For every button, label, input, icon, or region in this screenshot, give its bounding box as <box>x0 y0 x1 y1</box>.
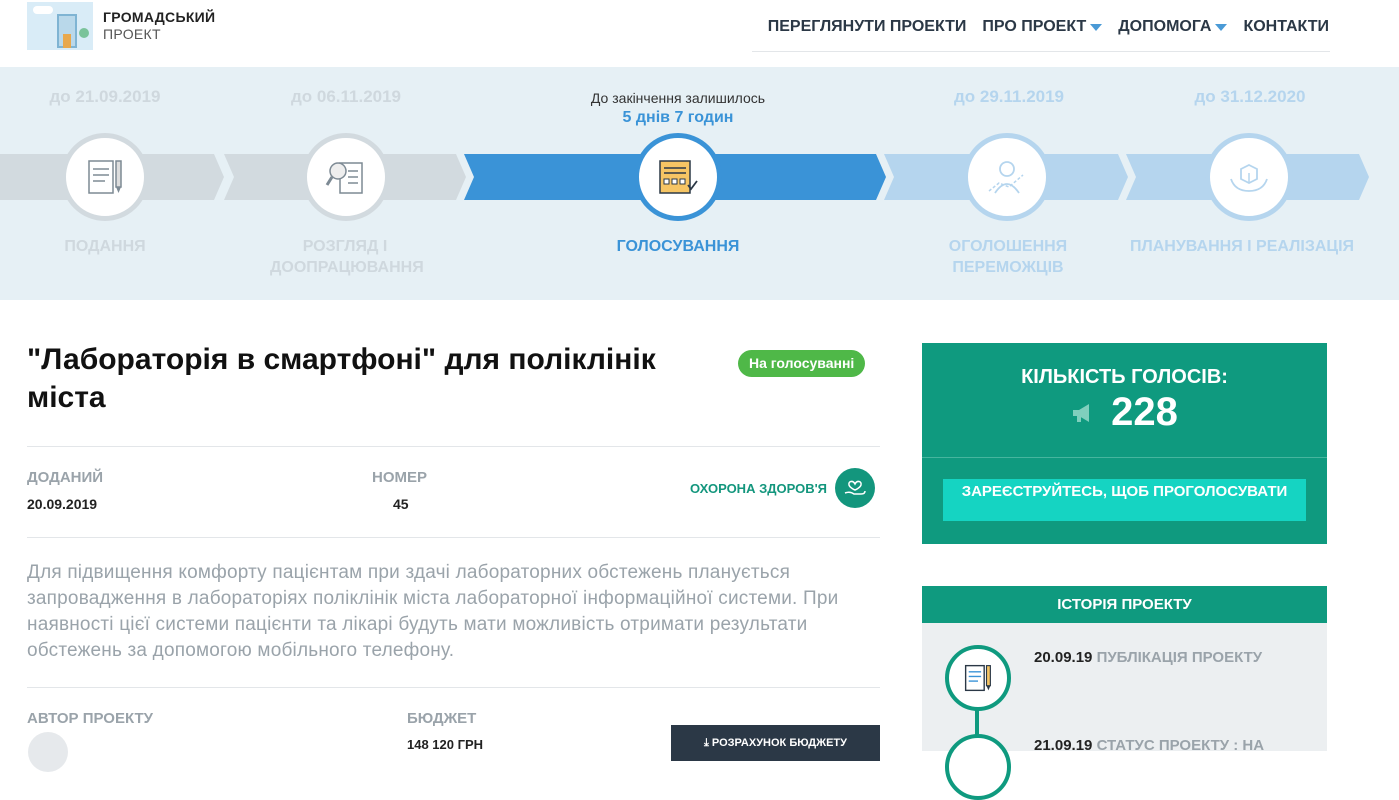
project-description: Для підвищення комфорту пацієнтам при зд… <box>27 562 839 661</box>
budget-button-label: РОЗРАХУНОК БЮДЖЕТУ <box>711 737 847 749</box>
logo-title: ГРОМАДСЬКИЙ <box>103 9 216 25</box>
nav-about[interactable]: ПРО ПРОЕКТ <box>982 18 1103 36</box>
votes-count-row: 228 <box>922 390 1327 435</box>
project-history: ІСТОРІЯ ПРОЕКТУ 20.09.19 ПУБЛІКАЦІЯ ПРОЕ… <box>922 586 1327 800</box>
stage-label: ПЛАНУВАННЯ І РЕАЛІЗАЦІЯ <box>1130 238 1355 255</box>
stage-voting[interactable] <box>634 133 722 221</box>
nav-label: КОНТАКТИ <box>1243 18 1329 35</box>
main-nav: ПЕРЕГЛЯНУТИ ПРОЕКТИ ПРО ПРОЕКТ ДОПОМОГА … <box>768 18 1329 36</box>
megaphone-icon <box>1073 403 1090 422</box>
budget-calculation-button[interactable]: ⤓ РОЗРАХУНОК БЮДЖЕТУ <box>671 725 880 761</box>
divider <box>27 446 880 447</box>
nav-label: ПЕРЕГЛЯНУТИ ПРОЕКТИ <box>767 18 967 35</box>
heart-hand-icon <box>835 468 876 508</box>
divider <box>27 687 880 688</box>
avatar[interactable] <box>28 732 68 772</box>
chevron-down-icon <box>1090 23 1103 31</box>
history-date: 21.09.19 <box>1034 737 1093 754</box>
category-tag[interactable]: ОХОРОНА ЗДОРОВ'Я <box>690 468 876 508</box>
author-label: АВТОР ПРОЕКТУ <box>27 710 154 727</box>
budget-value: 148 120 ГРН <box>407 737 484 752</box>
countdown: До закінчення залишилось 5 днів 7 годин <box>558 89 798 127</box>
document-pen-icon <box>964 664 991 692</box>
stage-review[interactable] <box>302 133 390 221</box>
stage-winners[interactable] <box>963 133 1051 221</box>
category-label: ОХОРОНА ЗДОРОВ'Я <box>690 480 828 496</box>
download-icon: ⤓ <box>704 737 712 749</box>
project-timeline: до 21.09.2019 до 06.11.2019 До закінченн… <box>0 67 1399 300</box>
nav-help[interactable]: ДОПОМОГА <box>1118 18 1228 36</box>
history-date: 20.09.19 <box>1034 649 1093 666</box>
logo-subtitle: ПРОЕКТ <box>103 26 161 42</box>
stage-label: РОЗГЛЯД І ДООПРАЦЮВАННЯ <box>270 238 424 276</box>
nav-label: ПРО ПРОЕКТ <box>982 18 1087 35</box>
stage-date: до 31.12.2020 <box>1194 87 1306 106</box>
logo-text[interactable]: ГРОМАДСЬКИЙ ПРОЕКТ <box>103 9 215 43</box>
added-value: 20.09.2019 <box>27 496 98 512</box>
divider <box>922 457 1327 458</box>
ballot-icon <box>659 160 698 194</box>
history-text: ПУБЛІКАЦІЯ ПРОЕКТУ <box>1096 649 1263 666</box>
votes-count: 228 <box>1111 390 1178 434</box>
stage-date: до 06.11.2019 <box>290 87 402 106</box>
divider <box>27 537 880 538</box>
number-label: НОМЕР <box>372 469 428 486</box>
project-title: "Лабораторія в смартфоні" для поліклінік… <box>27 343 656 414</box>
history-step-status <box>945 734 1011 800</box>
stage-implementation[interactable] <box>1205 133 1293 221</box>
history-entry: 20.09.19 ПУБЛІКАЦІЯ ПРОЕКТУ <box>1034 648 1262 668</box>
stage-label: ГОЛОСУВАННЯ <box>616 238 740 255</box>
history-entry: 21.09.19 СТАТУС ПРОЕКТУ : НА <box>1034 736 1264 756</box>
stage-submission[interactable] <box>61 133 149 221</box>
register-to-vote-button[interactable]: ЗАРЕЄСТРУЙТЕСЬ, ЩОБ ПРОГОЛОСУВАТИ <box>943 479 1306 521</box>
nav-label: ДОПОМОГА <box>1118 18 1212 35</box>
countdown-label: До закінчення залишилось <box>590 90 766 106</box>
nav-divider <box>752 51 1330 52</box>
logo-icon[interactable] <box>27 2 93 50</box>
history-text: СТАТУС ПРОЕКТУ : НА <box>1096 737 1265 754</box>
stage-date: до 29.11.2019 <box>953 87 1065 106</box>
added-label: ДОДАНИЙ <box>27 469 104 486</box>
votes-panel: КІЛЬКІСТЬ ГОЛОСІВ: 228 ЗАРЕЄСТРУЙТЕСЬ, Щ… <box>922 343 1327 544</box>
hands-box-icon <box>1230 163 1268 192</box>
site-header: ГРОМАДСЬКИЙ ПРОЕКТ ПЕРЕГЛЯНУТИ ПРОЕКТИ П… <box>0 0 1399 67</box>
nav-contacts[interactable]: КОНТАКТИ <box>1243 18 1329 36</box>
chevron-down-icon <box>1215 23 1228 31</box>
countdown-value: 5 днів 7 годин <box>622 109 734 126</box>
number-value: 45 <box>393 496 409 512</box>
winner-person-icon <box>988 161 1024 194</box>
status-badge: На голосуванні <box>738 350 866 377</box>
magnifier-checklist-icon <box>325 162 363 194</box>
votes-label: КІЛЬКІСТЬ ГОЛОСІВ: <box>1021 366 1228 388</box>
stage-label: ОГОЛОШЕННЯ ПЕРЕМОЖЦІВ <box>948 238 1068 276</box>
stage-label: ПОДАННЯ <box>64 238 146 255</box>
history-step-publication <box>945 645 1011 711</box>
budget-label: БЮДЖЕТ <box>407 710 477 727</box>
document-pen-icon <box>88 160 122 194</box>
stage-date: до 21.09.2019 <box>49 87 161 106</box>
history-title: ІСТОРІЯ ПРОЕКТУ <box>922 586 1327 623</box>
nav-view-projects[interactable]: ПЕРЕГЛЯНУТИ ПРОЕКТИ <box>768 18 967 36</box>
